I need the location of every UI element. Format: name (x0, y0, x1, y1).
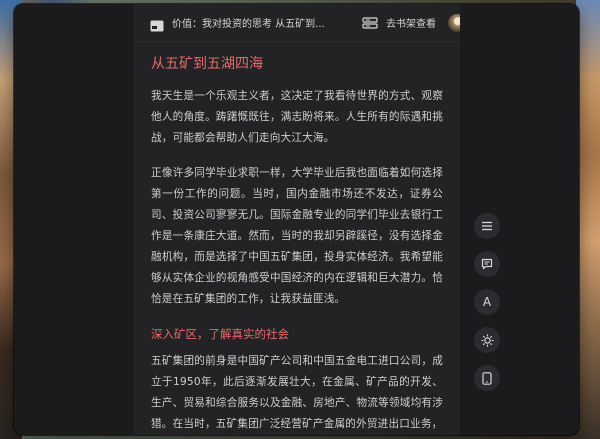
phone-icon (482, 371, 492, 385)
reader-topbar: 价值：我对投资的思考 从五矿到... 去书架查看 (134, 4, 460, 42)
list-icon (482, 221, 492, 231)
font-settings-button[interactable]: A (474, 289, 500, 315)
theme-toggle-button[interactable] (474, 327, 500, 353)
section-title: 深入矿区，了解真实的社会 (151, 327, 289, 341)
book-icon (150, 17, 164, 31)
comment-icon (481, 258, 493, 270)
chapter-content: 从五矿到五湖四海 我天生是一个乐观主义者，这决定了我看待世界的方式、观察他人的角… (134, 42, 460, 435)
user-avatar[interactable] (448, 13, 460, 32)
font-icon: A (482, 295, 492, 309)
paragraph: 我天生是一个乐观主义者，这决定了我看待世界的方式、观察他人的角度。踌躇慨既往，满… (151, 90, 443, 144)
chapter-title: 从五矿到五湖四海 (151, 56, 263, 72)
paragraph: 五矿集团的前身是中国矿产公司和中国五金电工进口公司，成立于1950年，此后逐渐发… (151, 355, 443, 430)
sun-icon (480, 333, 494, 347)
go-to-bookshelf-label: 去书架查看 (386, 19, 436, 30)
desktop-wallpaper-right (576, 0, 600, 439)
go-to-bookshelf-button[interactable]: 去书架查看 (362, 15, 436, 30)
reader-side-toolbar: A (474, 213, 502, 403)
paragraph: 正像许多同学毕业求职一样，大学毕业后我也面临着如何选择第一份工作的问题。当时，国… (151, 167, 443, 305)
book-title[interactable]: 价值：我对投资的思考 从五矿到... (172, 15, 340, 30)
phone-reading-button[interactable] (474, 365, 500, 391)
reader-pane: 价值：我对投资的思考 从五矿到... 去书架查看 从五矿到五湖四海 我天生是一个… (134, 4, 460, 435)
bookshelf-icon (362, 16, 378, 29)
table-of-contents-button[interactable] (474, 213, 500, 239)
reader-window: 价值：我对投资的思考 从五矿到... 去书架查看 从五矿到五湖四海 我天生是一个… (14, 4, 579, 435)
notes-button[interactable] (474, 251, 500, 277)
